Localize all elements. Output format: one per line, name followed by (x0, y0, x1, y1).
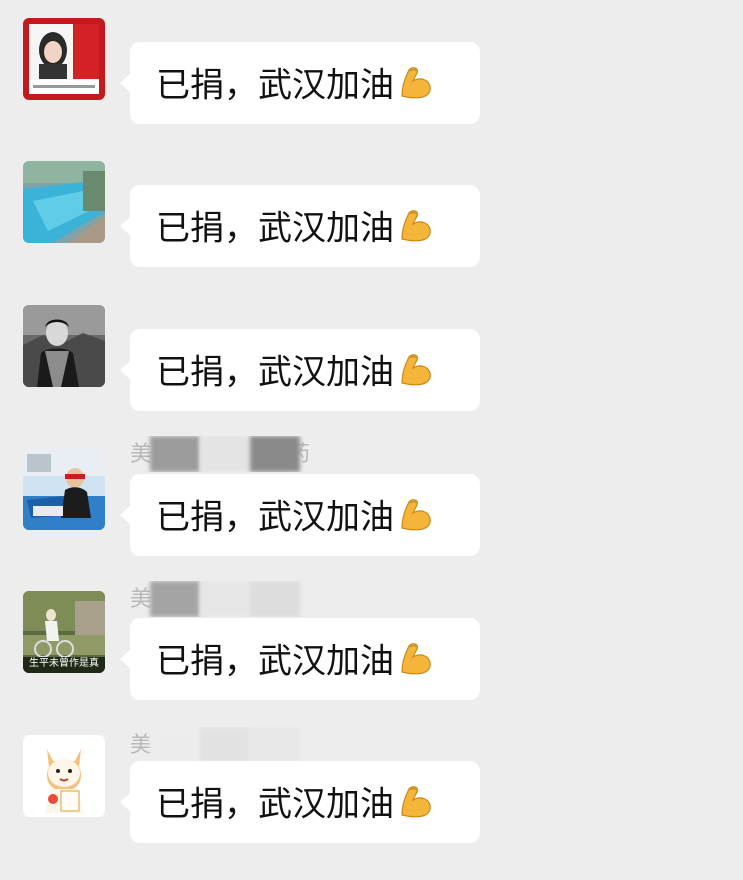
blur-mask (200, 727, 250, 763)
blur-mask (200, 581, 250, 617)
chat-message: 已捐，武汉加油 (0, 18, 743, 138)
avatar-lucky-cat-icon[interactable] (23, 735, 105, 817)
message-bubble[interactable]: 已捐，武汉加油 (120, 761, 480, 843)
message-bubble[interactable]: 已捐，武汉加油 (120, 329, 480, 411)
sender-name: 美 (130, 581, 315, 617)
chat-message: 生平未曾作是真 美 已捐，武汉加油 (0, 581, 743, 711)
chat-message: 已捐，武汉加油 (0, 305, 743, 425)
avatar-bw-portrait-icon[interactable] (23, 305, 105, 387)
chat-message: 美 药 已捐，武汉加油 (0, 436, 743, 568)
chat-message: 已捐，武汉加油 (0, 161, 743, 281)
sender-name: 美 (130, 727, 315, 763)
message-text: 已捐，武汉加油 (156, 352, 394, 393)
avatar-cyclist-icon[interactable]: 生平未曾作是真 (23, 591, 105, 673)
message-text: 已捐，武汉加油 (156, 65, 394, 106)
message-text: 已捐，武汉加油 (156, 641, 394, 682)
flexed-biceps-icon (396, 781, 436, 831)
blur-mask (250, 436, 300, 472)
blur-mask (150, 436, 200, 472)
chat-message-list: 已捐，武汉加油 已捐，武汉加油 已捐，武汉加油 美 已捐，武汉加油 生平未曾作是… (0, 0, 743, 880)
chat-message: 美 已捐，武汉加油 (0, 727, 743, 855)
message-bubble[interactable]: 已捐，武汉加油 (120, 618, 480, 700)
avatar-swimming-pool-icon[interactable] (23, 161, 105, 243)
message-text: 已捐，武汉加油 (156, 497, 394, 538)
flexed-biceps-icon (396, 494, 436, 544)
blur-mask (250, 581, 300, 617)
message-text: 已捐，武汉加油 (156, 208, 394, 249)
message-text: 已捐，武汉加油 (156, 784, 394, 825)
flexed-biceps-icon (396, 349, 436, 399)
avatar-boat-man-icon[interactable] (23, 448, 105, 530)
blur-mask (200, 436, 250, 472)
message-bubble[interactable]: 已捐，武汉加油 (120, 185, 480, 267)
flexed-biceps-icon (396, 205, 436, 255)
blur-mask (250, 727, 300, 763)
message-bubble[interactable]: 已捐，武汉加油 (120, 474, 480, 556)
avatar-caption: 生平未曾作是真 (29, 658, 99, 669)
blur-mask (150, 581, 200, 617)
message-bubble[interactable]: 已捐，武汉加油 (120, 42, 480, 124)
sender-name: 美 药 (130, 436, 315, 472)
blur-mask (150, 727, 200, 763)
avatar-red-frame-girl-icon[interactable] (23, 18, 105, 100)
flexed-biceps-icon (396, 62, 436, 112)
flexed-biceps-icon (396, 638, 436, 688)
